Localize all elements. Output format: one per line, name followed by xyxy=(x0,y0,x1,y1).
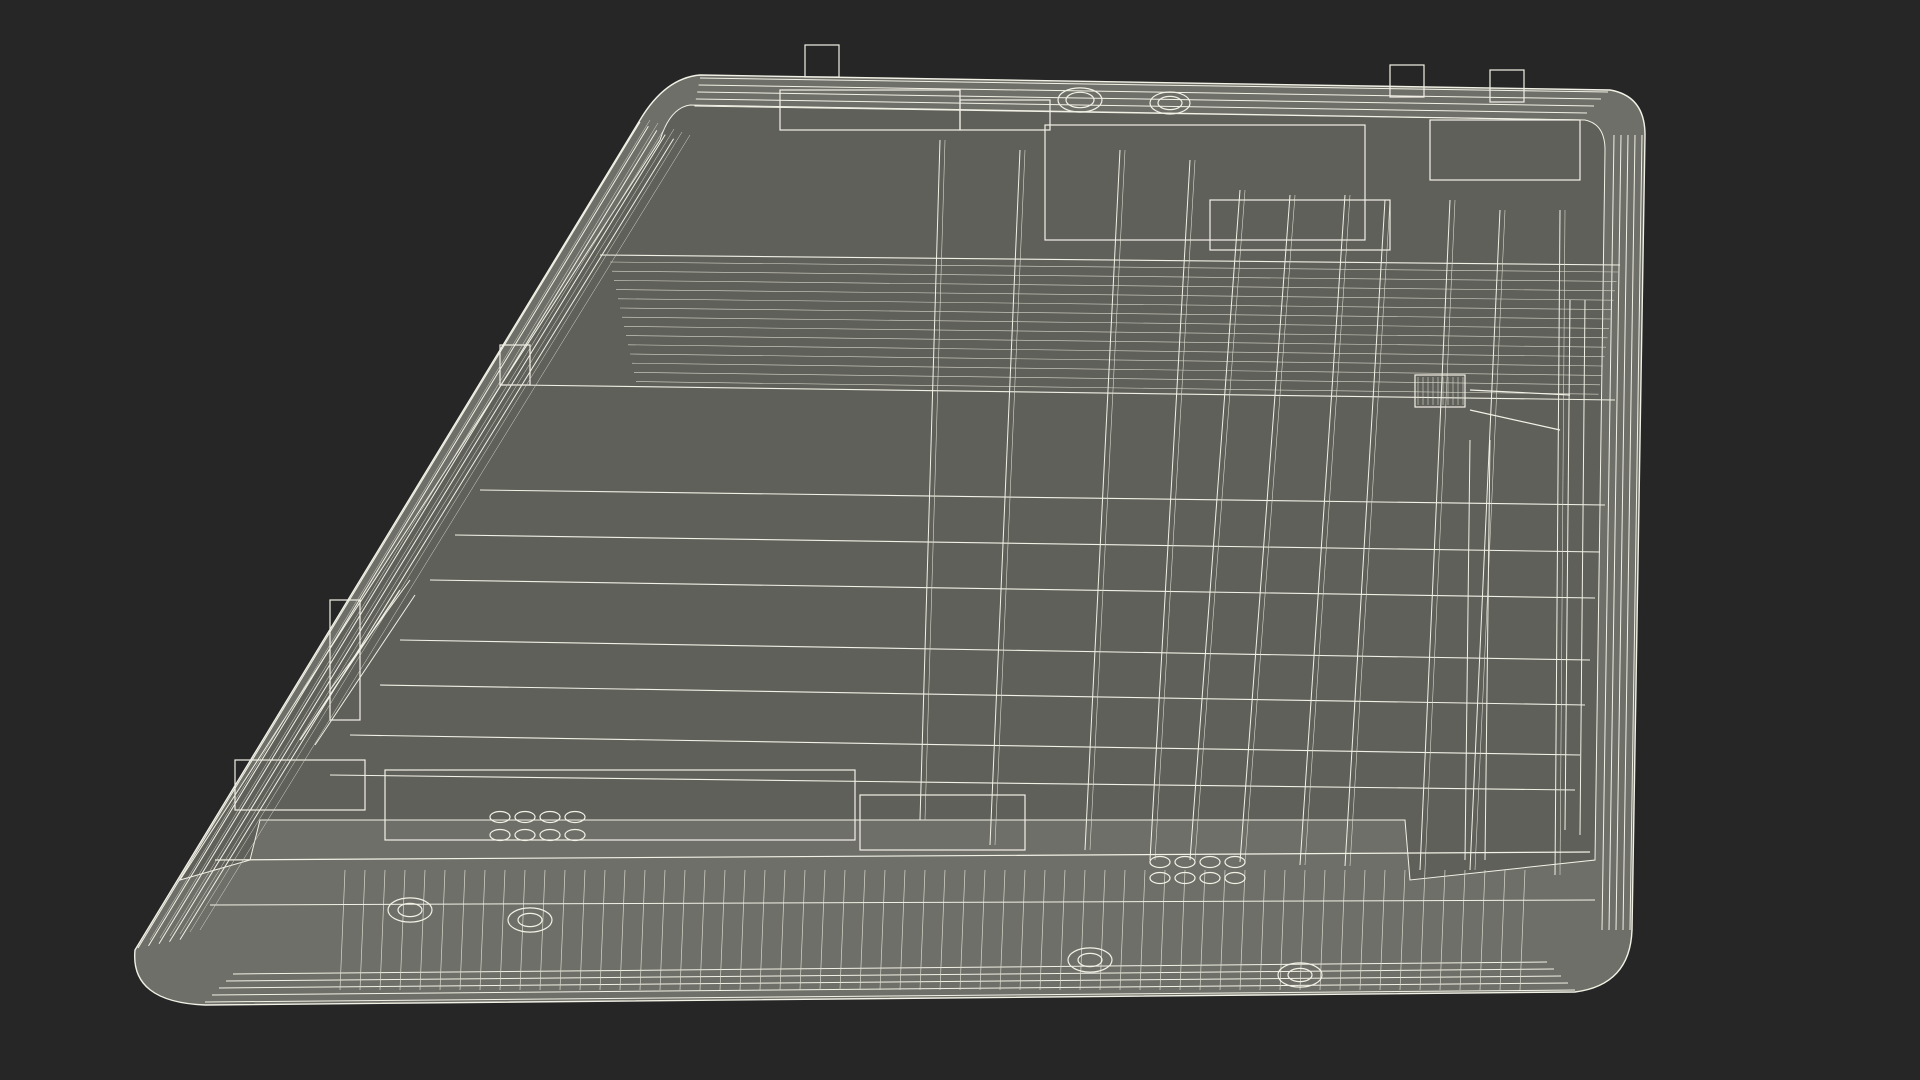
tablet-wireframe-model xyxy=(134,44,1646,1006)
render-viewport xyxy=(0,0,1920,1080)
shell-inner-face xyxy=(178,104,1606,881)
clip-tab xyxy=(804,44,840,78)
